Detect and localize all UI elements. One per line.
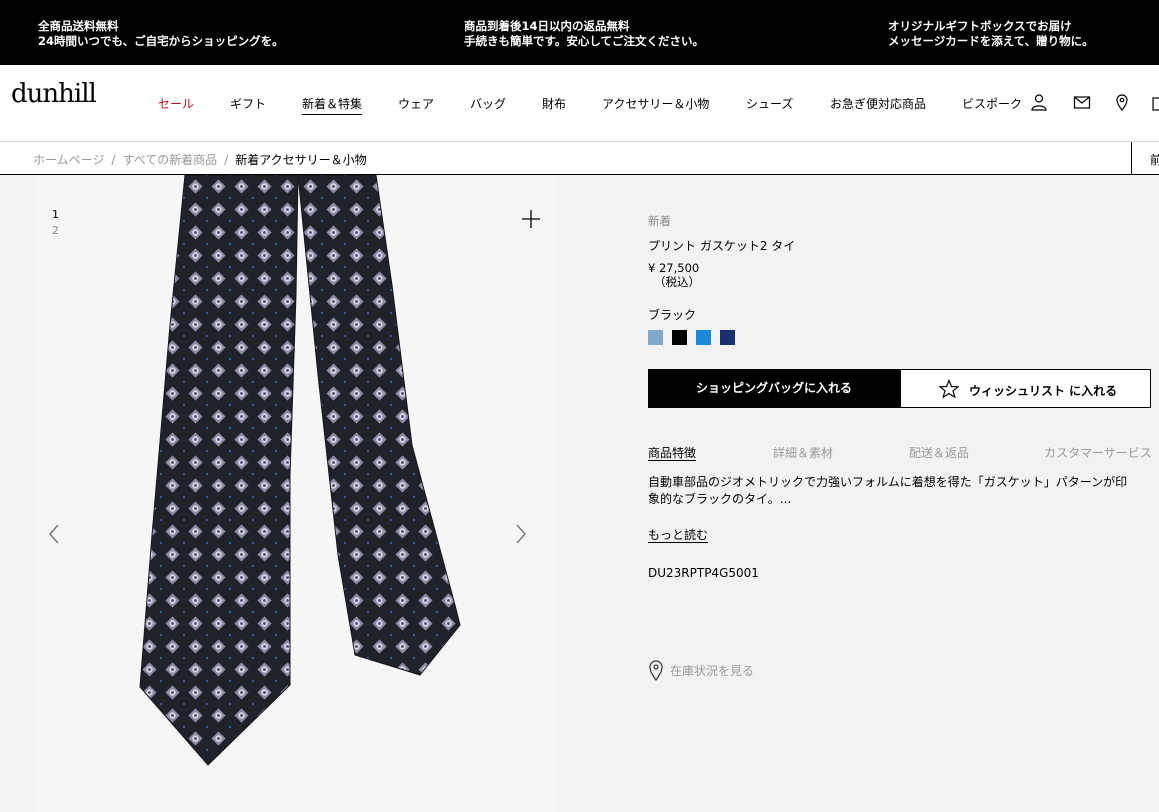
promo-banner: 全商品送料無料 24時間いつでも、ご自宅からショッピングを。 商品到着後14日以… [0,0,1159,65]
promo-returns-text: 手続きも簡単です。安心してご注文ください。 [464,34,705,48]
chevron-left-icon[interactable] [47,523,61,545]
nav-gift[interactable]: ギフト [230,95,266,112]
nav-bags[interactable]: バッグ [470,95,506,112]
product-details: 新着 プリント ガスケット2 タイ ¥ 27,500 （税込） ブラック ショッ… [648,175,1159,812]
nav-express[interactable]: お急ぎ便対応商品 [830,95,926,112]
gallery-page-2[interactable]: 2 [52,224,59,237]
wishlist-label: ウィッシュリスト に入れる [969,384,1118,398]
site-header: dunhill セール ギフト 新着＆特集 ウェア バッグ 財布 アクセサリー＆… [0,65,1159,142]
mail-icon[interactable] [1073,93,1091,111]
dunhill-logo[interactable]: dunhill [11,79,97,109]
nav-sale[interactable]: セール [158,95,194,112]
tab-shipping-returns[interactable]: 配送＆返品 [909,444,969,461]
color-swatch-blue[interactable] [696,330,711,345]
promo-shipping-text: 24時間いつでも、ご自宅からショッピングを。 [38,34,284,48]
tax-note: （税込） [654,275,700,289]
store-availability-label: 在庫状況を見る [670,664,755,678]
promo-shipping-title: 全商品送料無料 [38,19,119,33]
tab-features[interactable]: 商品特徴 [648,444,696,461]
breadcrumb-current: 新着アクセサリー＆小物 [235,153,367,167]
chevron-right-icon[interactable] [514,523,528,545]
promo-returns-title: 商品到着後14日以内の返品無料 [464,19,630,33]
nav-shoes[interactable]: シューズ [746,95,793,112]
breadcrumb-home[interactable]: ホームページ [33,153,104,167]
promo-shipping: 全商品送料無料 24時間いつでも、ご自宅からショッピングを。 [38,19,284,49]
nav-bespoke[interactable]: ビスポーク [962,95,1022,112]
add-to-wishlist-button[interactable]: ウィッシュリスト に入れる [900,369,1151,408]
logo-text: dunhill [11,79,97,109]
color-label: ブラック [648,308,697,322]
product-name: プリント ガスケット2 タイ [648,239,796,253]
promo-returns: 商品到着後14日以内の返品無料 手続きも簡単です。安心してご注文ください。 [464,19,704,49]
product-gallery: 1 2 [0,175,590,812]
promo-gift-title: オリジナルギフトボックスでお届け [888,19,1072,33]
location-icon[interactable] [1113,93,1131,111]
tab-customer-service[interactable]: カスタマーサービス [1044,444,1152,461]
color-swatch-black[interactable] [672,330,687,345]
promo-gift-text: メッセージカードを添えて、贈り物に。 [888,34,1094,48]
color-swatch-light-blue[interactable] [648,330,663,345]
nav-wear[interactable]: ウェア [398,95,434,112]
product-image[interactable] [0,175,590,812]
prev-product-button[interactable]: 前 [1131,142,1159,175]
promo-gift: オリジナルギフトボックスでお届け メッセージカードを添えて、贈り物に。 [888,19,1094,49]
bag-icon[interactable] [1151,93,1159,111]
product-price: ¥ 27,500 [648,261,700,275]
nav-accessories[interactable]: アクセサリー＆小物 [602,95,709,112]
gallery-page-1[interactable]: 1 [52,208,59,221]
breadcrumb-separator: / [111,153,116,167]
product-description: 自動車部品のジオメトリックで力強いフォルムに着想を得た「ガスケット」パターンが印… [648,474,1138,508]
read-more-link[interactable]: もっと読む [648,526,708,543]
product-sku: DU23RPTP4G5001 [648,566,759,580]
breadcrumb-separator: / [224,153,229,167]
breadcrumb-all-new[interactable]: すべての新着商品 [122,153,217,167]
add-to-bag-button[interactable]: ショッピングバッグに入れる [648,369,900,408]
color-swatch-navy[interactable] [720,330,735,345]
breadcrumb-items: ホームページ / すべての新着商品 / 新着アクセサリー＆小物 [33,151,367,168]
description-line-2: 象的なブラックのタイ。... [648,492,792,506]
new-badge: 新着 [648,214,671,228]
nav-new-featured[interactable]: 新着＆特集 [302,95,363,115]
tab-details-materials[interactable]: 詳細＆素材 [773,444,833,461]
user-icon[interactable] [1030,93,1048,111]
prev-product-label: 前 [1150,153,1159,167]
nav-wallets[interactable]: 財布 [542,95,566,112]
zoom-plus-icon[interactable] [521,209,541,229]
location-pin-icon [649,660,663,681]
description-line-1: 自動車部品のジオメトリックで力強いフォルムに着想を得た「ガスケット」パターンが印 [648,475,1128,489]
star-icon [939,379,959,399]
breadcrumb: ホームページ / すべての新着商品 / 新着アクセサリー＆小物 前 [0,142,1159,175]
